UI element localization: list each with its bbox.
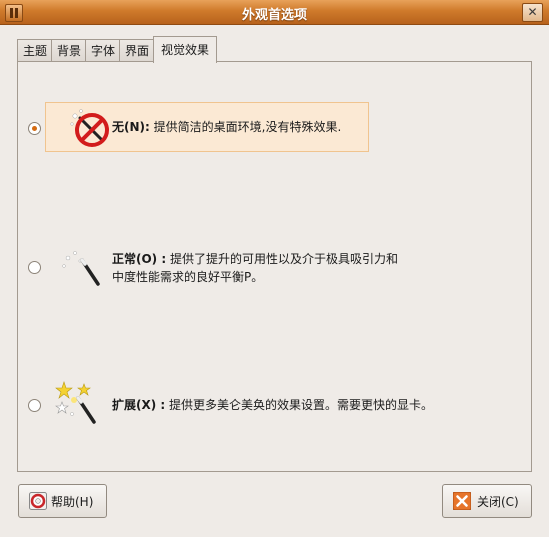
help-button[interactable]: 帮助(H)	[18, 484, 107, 518]
tab-fonts[interactable]: 字体	[85, 39, 121, 62]
effect-extra-description: 提供更多美仑美奂的效果设置。需要更快的显卡。	[169, 398, 434, 412]
effect-option-normal[interactable]: 正常(O) : 提供了提升的可用性以及介于极具吸引力和 中度性能需求的良好平衡P…	[18, 242, 531, 294]
radio-normal[interactable]	[28, 261, 41, 274]
radio-extra[interactable]	[28, 399, 41, 412]
close-x-icon	[453, 492, 471, 510]
effect-normal-description-line2: 中度性能需求的良好平衡P。	[112, 270, 264, 284]
effect-option-none[interactable]: 无(N): 提供简洁的桌面环境,没有特殊效果.	[18, 102, 531, 154]
title-bar[interactable]: 外观首选项 ✕	[0, 0, 549, 25]
tab-interface[interactable]: 界面	[119, 39, 155, 62]
close-button[interactable]: 关闭(C)	[442, 484, 532, 518]
tab-theme[interactable]: 主题	[17, 39, 53, 62]
tab-background[interactable]: 背景	[51, 39, 87, 62]
tab-visual-effects[interactable]: 视觉效果	[153, 36, 217, 63]
close-button-label: 关闭(C)	[477, 495, 519, 509]
help-button-label: 帮助(H)	[51, 495, 94, 509]
sparkle-wand-icon	[55, 381, 96, 424]
effect-none-description: 提供简洁的桌面环境,没有特殊效果.	[153, 120, 342, 134]
radio-none[interactable]	[28, 122, 41, 135]
effect-option-extra[interactable]: 扩展(X) : 提供更多美仑美奂的效果设置。需要更快的显卡。	[18, 378, 531, 430]
help-lifebuoy-icon	[29, 492, 47, 510]
magic-wand-icon	[62, 251, 100, 286]
effect-normal-title: 正常(O) :	[112, 252, 167, 266]
window-title: 外观首选项	[241, 8, 307, 23]
appearance-preferences-window: 外观首选项 ✕ 主题 背景 字体 界面 视觉效果 无(N): 提供简洁的桌面环境…	[0, 0, 549, 537]
effect-none-title: 无(N):	[112, 120, 150, 134]
window-close-button[interactable]: ✕	[522, 3, 543, 22]
visual-effects-panel: 无(N): 提供简洁的桌面环境,没有特殊效果. 正常(O) : 提供了提升的可用…	[17, 61, 532, 472]
no-effects-icon	[70, 109, 109, 147]
effect-extra-title: 扩展(X) :	[112, 398, 166, 412]
effect-normal-description-line1: 提供了提升的可用性以及介于极具吸引力和	[169, 252, 398, 266]
